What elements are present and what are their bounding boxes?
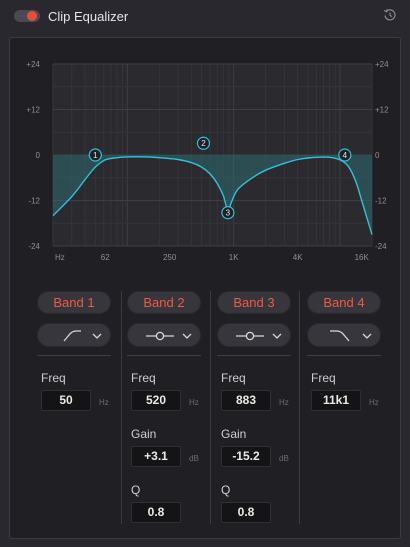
y-tick-label-right: -24 [375, 242, 387, 251]
y-tick-label-left: -24 [28, 242, 40, 251]
band-1-freq-unit: Hz [99, 398, 109, 407]
header-bar: Clip Equalizer [0, 0, 410, 34]
x-tick-label: 1K [229, 253, 239, 262]
band-2-freq-label: Freq [131, 371, 156, 385]
band-3-freq-field[interactable]: 883 [221, 390, 271, 411]
y-tick-label-right: +12 [375, 106, 389, 115]
band-node-label: 2 [201, 139, 206, 148]
band-3-freq-label: Freq [221, 371, 246, 385]
x-tick-label: 250 [163, 253, 177, 262]
panel-title: Clip Equalizer [48, 9, 129, 24]
reset-icon[interactable] [382, 7, 398, 23]
band-divider [37, 355, 111, 356]
band-node-label: 1 [93, 151, 98, 160]
band-3-gain-unit: dB [279, 454, 289, 463]
band-1-freq-field[interactable]: 50 [41, 390, 91, 411]
band-2-q-field[interactable]: 0.8 [131, 502, 181, 523]
band-node-label: 4 [343, 151, 348, 160]
band-2-gain-field[interactable]: +3.1 [131, 446, 181, 467]
band-3-type-dropdown[interactable] [217, 323, 291, 347]
band-2-q-label: Q [131, 483, 141, 497]
band-divider [127, 355, 201, 356]
band-2-freq-unit: Hz [189, 398, 199, 407]
band-1-column: Band 1 Freq 50 Hz [37, 291, 127, 531]
band-4-column: Band 4 Freq 11k1 Hz [307, 291, 397, 531]
eq-panel: +24 +24 +12 +12 0 0 -12 -12 -24 -24 Hz 62 250 1K 4K 16K… [9, 37, 401, 539]
y-tick-label-right: -12 [375, 197, 387, 206]
band-4-freq-label: Freq [311, 371, 336, 385]
y-tick-label-left: -12 [28, 197, 40, 206]
band-3-gain-label: Gain [221, 427, 247, 441]
band-1-button[interactable]: Band 1 [37, 291, 111, 314]
band-4-button[interactable]: Band 4 [307, 291, 381, 314]
band-2-gain-label: Gain [131, 427, 157, 441]
eq-enable-toggle[interactable] [14, 10, 40, 22]
band-3-button[interactable]: Band 3 [217, 291, 291, 314]
band-1-freq-label: Freq [41, 371, 66, 385]
x-tick-label: 4K [293, 253, 303, 262]
band-4-freq-field[interactable]: 11k1 [311, 390, 361, 411]
band-1-type-dropdown[interactable] [37, 323, 111, 347]
band-3-column: Band 3 Freq 883 Hz Gain -15.2 dB Q 0.8 [217, 291, 307, 531]
band-2-column: Band 2 Freq 520 Hz Gain +3.1 dB Q 0.8 [127, 291, 217, 531]
band-2-gain-unit: dB [189, 454, 199, 463]
eq-graph[interactable]: +24 +24 +12 +12 0 0 -12 -12 -24 -24 Hz 62 250 1K 4K 16K… [10, 38, 402, 268]
y-tick-label-left: +12 [26, 106, 40, 115]
band-divider [217, 355, 291, 356]
x-tick-label: Hz [55, 253, 65, 262]
y-tick-label-left: 0 [36, 151, 41, 160]
y-tick-label-left: +24 [26, 60, 40, 69]
high-pass-filter-icon [63, 330, 102, 342]
band-3-q-field[interactable]: 0.8 [221, 502, 271, 523]
band-divider [307, 355, 381, 356]
band-2-freq-field[interactable]: 520 [131, 390, 181, 411]
y-tick-label-right: +24 [375, 60, 389, 69]
band-4-freq-unit: Hz [369, 398, 379, 407]
bell-filter-icon [146, 331, 192, 341]
band-3-q-label: Q [221, 483, 231, 497]
y-tick-label-right: 0 [375, 151, 380, 160]
toggle-knob [27, 11, 37, 21]
band-2-type-dropdown[interactable] [127, 323, 201, 347]
band-node-label: 3 [226, 209, 231, 218]
band-3-gain-field[interactable]: -15.2 [221, 446, 271, 467]
band-2-button[interactable]: Band 2 [127, 291, 201, 314]
x-tick-label: 16K [355, 253, 370, 262]
band-3-freq-unit: Hz [279, 398, 289, 407]
low-pass-filter-icon [330, 330, 372, 342]
band-4-type-dropdown[interactable] [307, 323, 381, 347]
x-tick-label: 62 [101, 253, 110, 262]
bell-filter-icon [236, 331, 282, 341]
